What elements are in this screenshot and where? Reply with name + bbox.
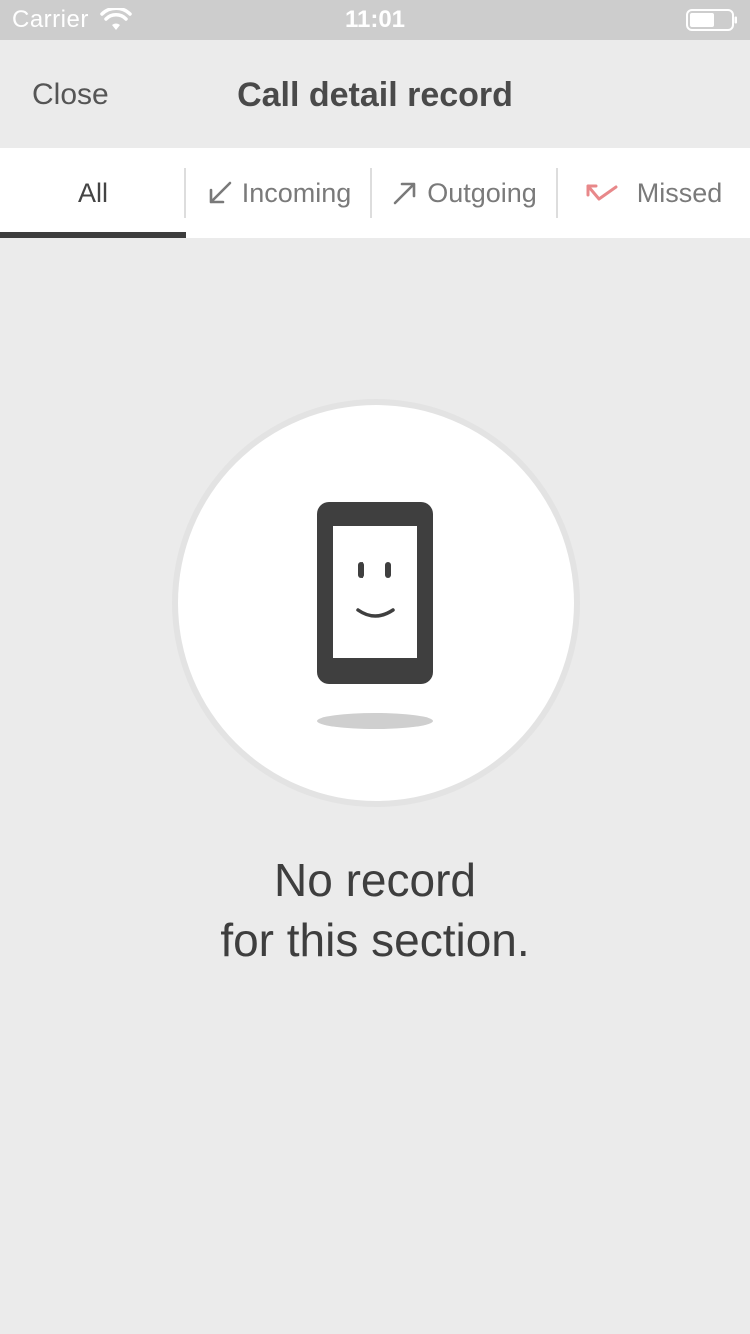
tab-missed[interactable]: Missed: [557, 148, 750, 238]
tab-label: Incoming: [241, 177, 352, 208]
tab-label: All: [77, 177, 108, 208]
smiling-phone-icon: [317, 502, 433, 729]
call-detail-record-screen: Carrier 11:01 Close Call detail record A…: [0, 0, 750, 1334]
call-filter-tabs: All Incoming Outgoing Missed: [0, 148, 750, 238]
empty-state-message: No record for this section.: [0, 850, 750, 970]
tab-label: Missed: [636, 177, 723, 208]
tab-label: Outgoing: [427, 177, 537, 208]
tab-all[interactable]: All: [0, 148, 186, 238]
battery-icon: [686, 9, 737, 31]
page-title: Call detail record: [237, 76, 513, 114]
clock-time: 11:01: [344, 6, 406, 33]
tab-incoming[interactable]: Incoming: [186, 148, 371, 238]
tab-outgoing[interactable]: Outgoing: [371, 148, 557, 238]
arrow-up-right-icon: [393, 182, 416, 205]
navigation-bar: Close Call detail record: [0, 40, 750, 148]
empty-state-line-2: for this section.: [220, 914, 530, 966]
empty-state-line-1: No record: [274, 854, 476, 906]
selected-tab-indicator: [0, 232, 186, 238]
status-bar: Carrier 11:01: [0, 0, 750, 40]
missed-call-icon: [586, 184, 618, 201]
arrow-down-left-icon: [209, 181, 232, 204]
